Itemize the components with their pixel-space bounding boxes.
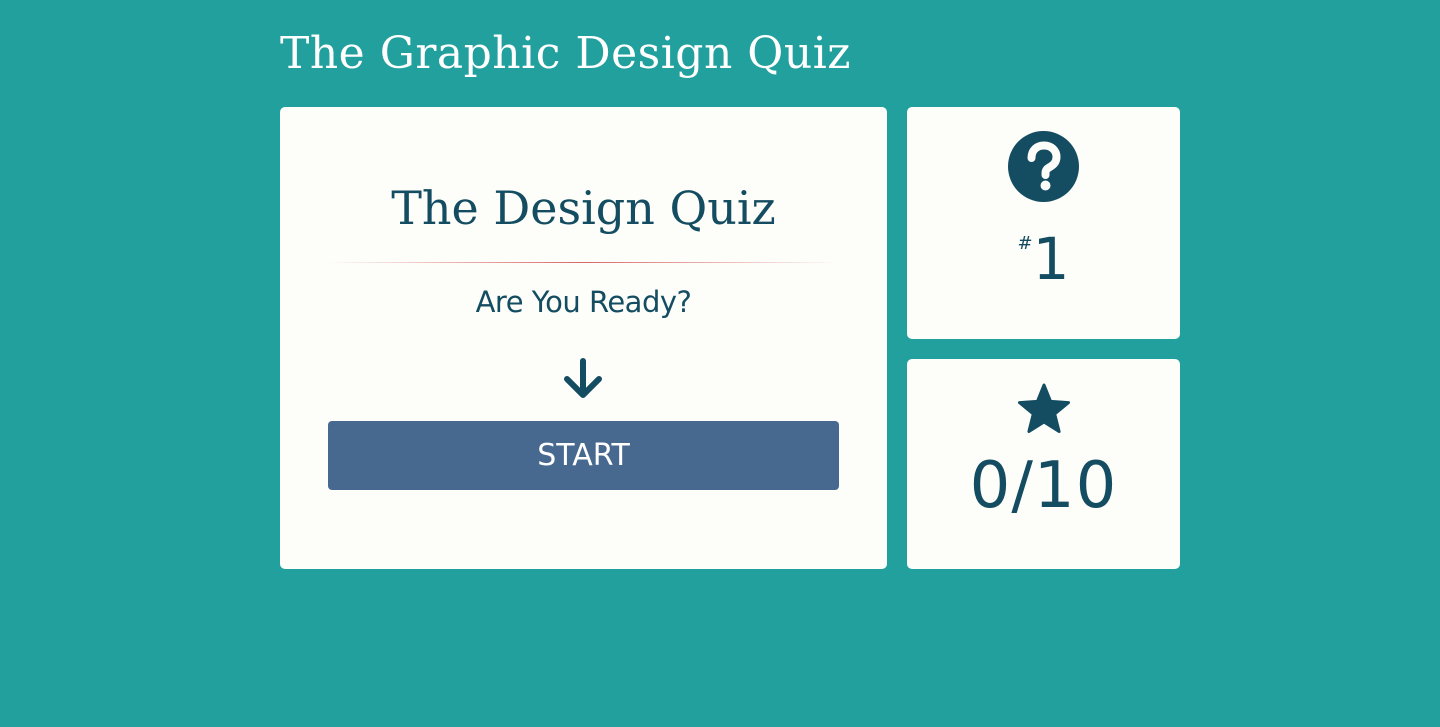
- question-number-value: 1: [1032, 225, 1070, 293]
- question-counter-card: #1: [907, 107, 1180, 339]
- score-value: 0/10: [969, 449, 1118, 523]
- question-circle-icon: [1008, 131, 1079, 202]
- quiz-heading: The Design Quiz: [391, 181, 776, 235]
- quiz-intro-card: The Design Quiz Are You Ready? START: [280, 107, 887, 569]
- page-title: The Graphic Design Quiz: [280, 28, 851, 79]
- star-icon: [1018, 383, 1070, 433]
- score-card: 0/10: [907, 359, 1180, 569]
- heading-divider: [328, 262, 839, 263]
- question-number-prefix: #: [1017, 233, 1033, 254]
- arrow-down-icon: [564, 358, 602, 398]
- ready-prompt: Are You Ready?: [475, 285, 692, 319]
- start-button[interactable]: START: [328, 421, 839, 490]
- question-number: #1: [907, 225, 1180, 293]
